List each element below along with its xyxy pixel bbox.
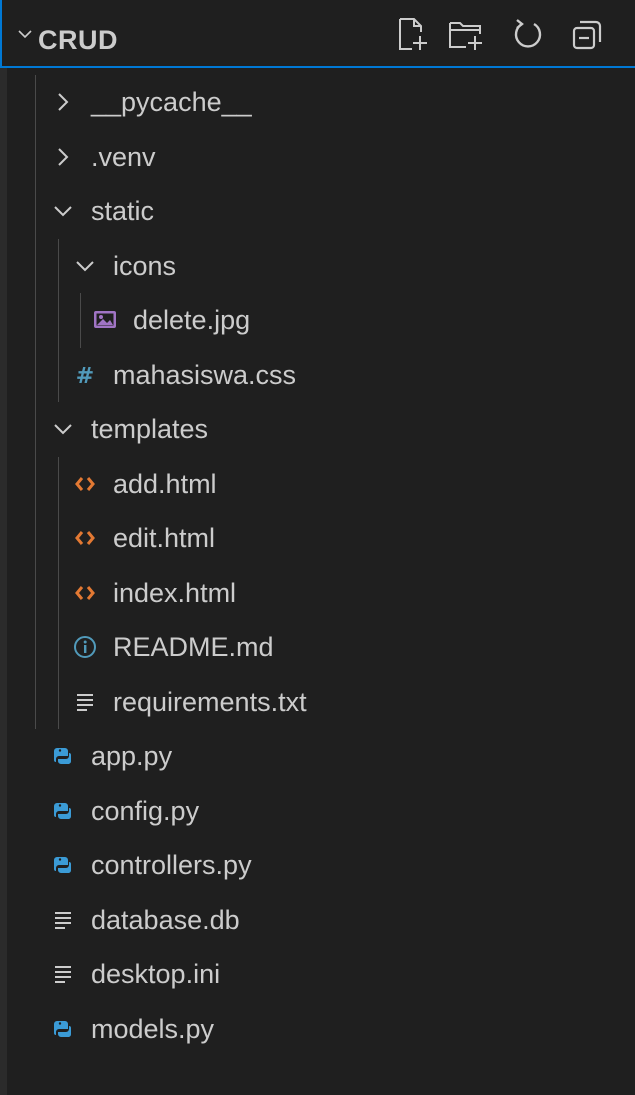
chevron-down-icon[interactable] bbox=[18, 27, 32, 41]
info-file-icon bbox=[70, 628, 100, 666]
file-row-add-html[interactable]: add.html bbox=[10, 457, 630, 511]
chevron-down-icon[interactable] bbox=[48, 410, 78, 448]
folder-row-pycache[interactable]: __pycache__ bbox=[10, 75, 630, 129]
text-file-icon bbox=[48, 955, 78, 993]
html-file-icon bbox=[70, 574, 100, 612]
tree-item-label: icons bbox=[113, 250, 177, 281]
new-folder-icon[interactable] bbox=[446, 14, 486, 54]
text-file-icon bbox=[48, 901, 78, 939]
explorer-panel: CRUD __pycache__ .venv static icons delete.j… bbox=[0, 0, 635, 1095]
folder-row-venv[interactable]: .venv bbox=[10, 130, 630, 184]
focus-outline-left bbox=[0, 0, 2, 68]
svg-text:#: # bbox=[76, 364, 94, 387]
explorer-title: CRUD bbox=[38, 25, 118, 55]
focus-outline-bottom bbox=[0, 66, 635, 68]
tree-item-label: app.py bbox=[91, 741, 173, 771]
html-file-icon bbox=[70, 465, 100, 503]
tree-item-label: edit.html bbox=[113, 523, 216, 553]
explorer-header[interactable]: CRUD bbox=[0, 0, 635, 68]
python-file-icon bbox=[48, 792, 78, 830]
file-row-requirements-txt[interactable]: requirements.txt bbox=[10, 675, 630, 729]
tree-item-label: config.py bbox=[91, 795, 200, 826]
text-file-icon bbox=[70, 683, 100, 721]
chevron-right-icon[interactable] bbox=[48, 138, 78, 176]
chevron-right-icon[interactable] bbox=[48, 83, 78, 121]
new-file-icon[interactable] bbox=[391, 14, 431, 54]
python-file-icon bbox=[48, 846, 78, 884]
file-row-edit-html[interactable]: edit.html bbox=[10, 511, 630, 565]
tree-item-label: __pycache__ bbox=[91, 87, 252, 117]
tree-item-label: static bbox=[91, 196, 155, 226]
file-row-delete-jpg[interactable]: delete.jpg bbox=[10, 293, 630, 347]
file-row-models-py[interactable]: models.py bbox=[10, 1002, 630, 1056]
file-row-controllers-py[interactable]: controllers.py bbox=[10, 838, 630, 892]
activity-edge bbox=[0, 0, 7, 1095]
tree-item-label: index.html bbox=[113, 577, 237, 608]
chevron-down-icon[interactable] bbox=[48, 192, 78, 230]
file-row-app-py[interactable]: app.py bbox=[10, 729, 630, 783]
tree-item-label: templates bbox=[91, 414, 209, 444]
tree-item-label: models.py bbox=[91, 1013, 215, 1044]
file-row-database-db[interactable]: database.db bbox=[10, 893, 630, 947]
collapse-all-icon[interactable] bbox=[568, 14, 608, 54]
tree-item-label: controllers.py bbox=[91, 850, 252, 880]
html-file-icon bbox=[70, 519, 100, 557]
folder-row-icons[interactable]: icons bbox=[10, 239, 630, 293]
python-file-icon bbox=[48, 737, 78, 775]
tree-item-label: requirements.txt bbox=[113, 686, 307, 717]
file-row-desktop-ini[interactable]: desktop.ini bbox=[10, 947, 630, 1001]
tree-item-label: README.md bbox=[113, 632, 274, 662]
file-row-config-py[interactable]: config.py bbox=[10, 784, 630, 838]
file-row-mahasiswa-css[interactable]: # mahasiswa.css bbox=[10, 348, 630, 402]
tree-item-label: add.html bbox=[113, 468, 217, 499]
tree-item-label: delete.jpg bbox=[133, 305, 251, 335]
tree-item-label: database.db bbox=[91, 904, 240, 935]
tree-item-label: mahasiswa.css bbox=[113, 359, 297, 390]
python-file-icon bbox=[48, 1010, 78, 1048]
css-file-icon: # bbox=[70, 356, 100, 394]
file-row-readme-md[interactable]: README.md bbox=[10, 620, 630, 674]
image-file-icon bbox=[90, 301, 120, 339]
folder-row-static[interactable]: static bbox=[10, 184, 630, 238]
tree-item-label: .venv bbox=[91, 141, 156, 172]
tree-item-label: desktop.ini bbox=[91, 959, 221, 989]
file-row-index-html[interactable]: index.html bbox=[10, 566, 630, 620]
chevron-down-icon[interactable] bbox=[70, 247, 100, 285]
refresh-icon[interactable] bbox=[508, 14, 548, 54]
folder-row-templates[interactable]: templates bbox=[10, 402, 630, 456]
